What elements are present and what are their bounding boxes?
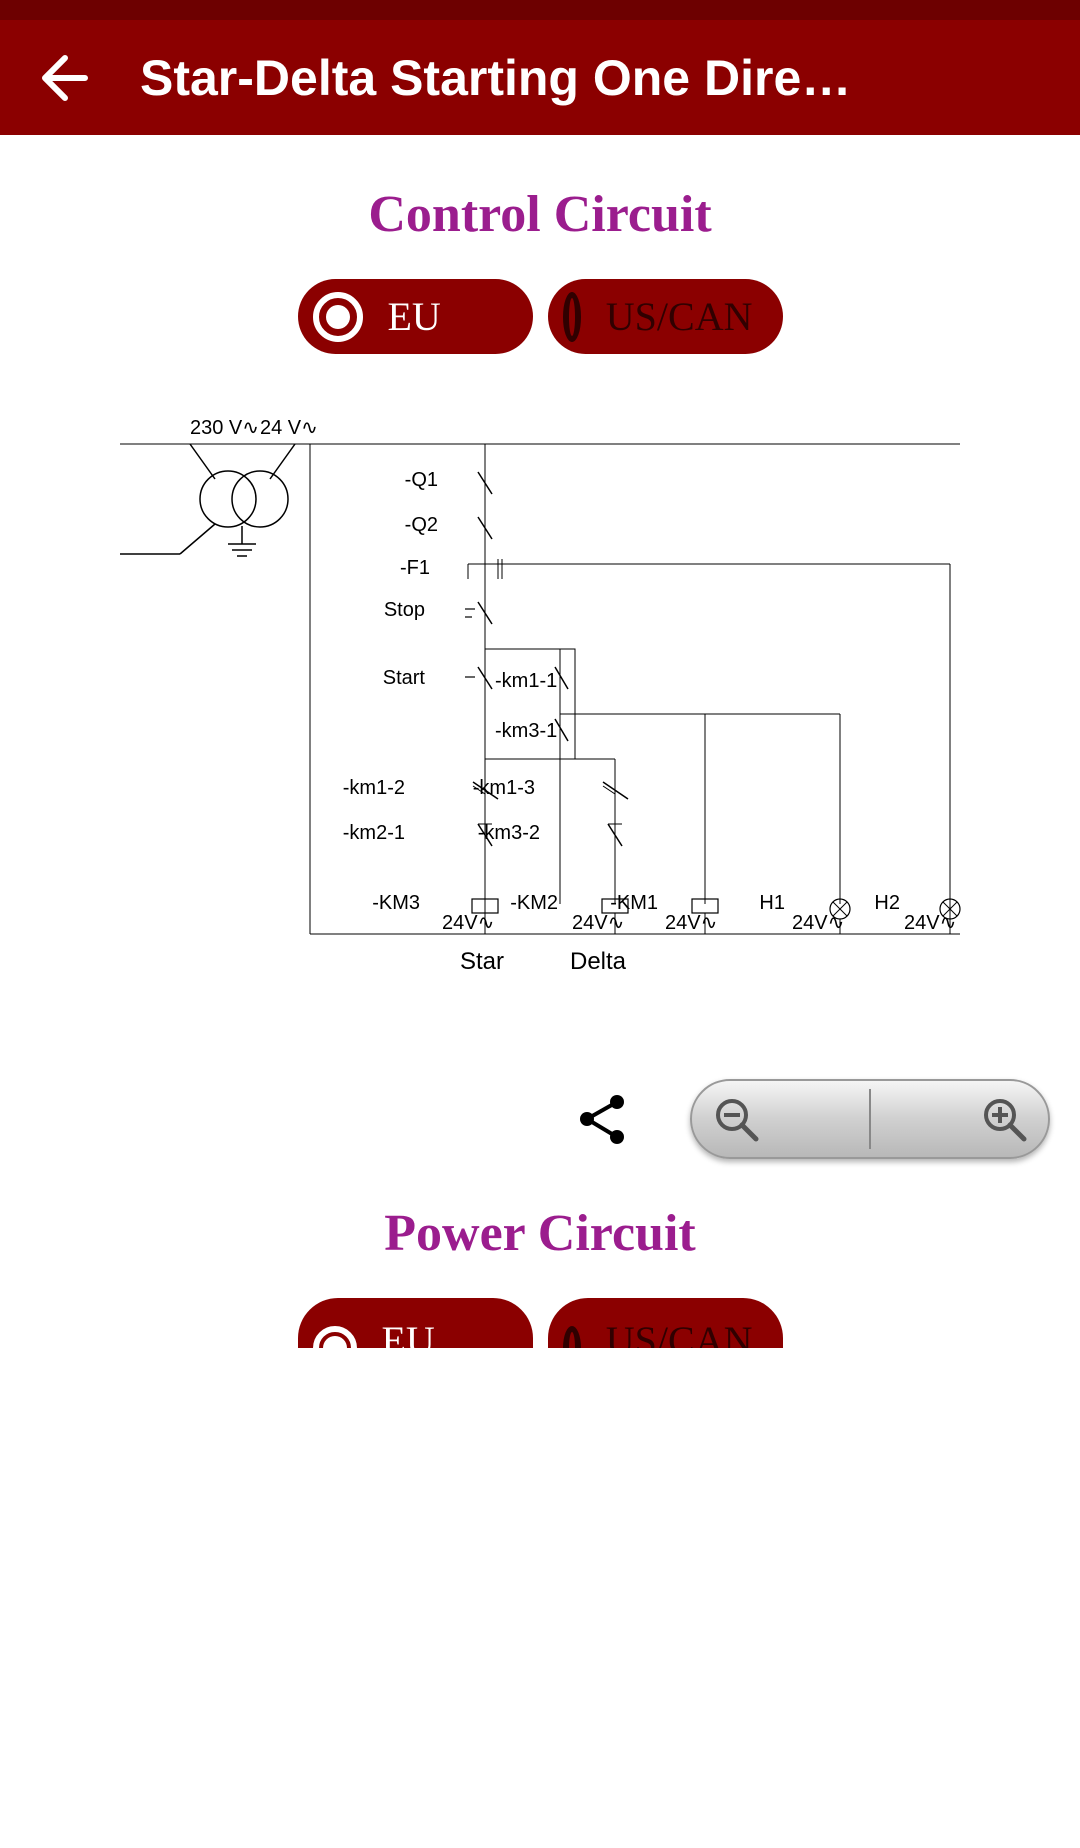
label-24v-km2: 24V∿: [572, 912, 624, 934]
status-bar: [0, 0, 1080, 20]
label-H1: H1: [759, 892, 785, 914]
toggle-label: US/CAN: [606, 293, 753, 340]
label-24v-km1: 24V∿: [665, 912, 717, 934]
label-start: Start: [383, 667, 426, 689]
page-title: Star-Delta Starting One Dire…: [140, 49, 851, 107]
zoom-in-button[interactable]: [871, 1081, 1048, 1157]
toggle-label: EU: [382, 1317, 435, 1348]
toggle-uscan-control[interactable]: US/CAN: [548, 279, 783, 354]
label-H2: H2: [874, 892, 900, 914]
label-24v-h2: 24V∿: [904, 912, 956, 934]
label-24v-h1: 24V∿: [792, 912, 844, 934]
label-stop: Stop: [384, 599, 425, 621]
label-km3-1: -km3-1: [495, 720, 557, 742]
toggle-label: EU: [388, 293, 441, 340]
label-star: Star: [460, 948, 504, 974]
radio-selected-icon: [313, 1326, 357, 1348]
label-km3-2: -km3-2: [478, 822, 540, 844]
toggle-label: US/CAN: [606, 1317, 753, 1348]
label-q2: -Q2: [405, 514, 438, 536]
back-arrow-icon[interactable]: [30, 48, 90, 108]
zoom-control: [690, 1079, 1050, 1159]
label-delta: Delta: [570, 948, 627, 974]
section-title-power: Power Circuit: [0, 1204, 1080, 1263]
label-km1-1: -km1-1: [495, 670, 557, 692]
label-KM2: -KM2: [510, 892, 558, 914]
label-230v: 230 V∿: [190, 417, 259, 439]
zoom-in-icon: [980, 1095, 1028, 1143]
label-km2-1: -km2-1: [343, 822, 405, 844]
label-f1: -F1: [400, 557, 430, 579]
radio-selected-icon: [313, 292, 363, 342]
label-24v: 24 V∿: [260, 417, 318, 439]
control-circuit-diagram: 230 V∿ 24 V∿ -Q1 -Q2 -F1: [0, 404, 1080, 979]
label-KM1: -KM1: [610, 892, 658, 914]
label-km1-3: -km1-3: [473, 777, 535, 799]
zoom-out-icon: [712, 1095, 760, 1143]
label-km1-2: -km1-2: [343, 777, 405, 799]
toggle-eu-power[interactable]: EU: [298, 1298, 533, 1348]
diagram-controls: [0, 1079, 1080, 1159]
app-bar: Star-Delta Starting One Dire…: [0, 20, 1080, 135]
control-toggle-row: EU US/CAN: [0, 279, 1080, 354]
share-icon[interactable]: [575, 1092, 630, 1147]
label-q1: -Q1: [405, 469, 438, 491]
label-KM3: -KM3: [372, 892, 420, 914]
power-toggle-row: EU US/CAN: [0, 1298, 1080, 1348]
radio-unselected-icon: [563, 292, 581, 342]
zoom-out-button[interactable]: [692, 1081, 869, 1157]
label-24v-km3: 24V∿: [442, 912, 494, 934]
radio-unselected-icon: [563, 1326, 581, 1348]
section-title-control: Control Circuit: [0, 185, 1080, 244]
toggle-uscan-power[interactable]: US/CAN: [548, 1298, 783, 1348]
toggle-eu-control[interactable]: EU: [298, 279, 533, 354]
